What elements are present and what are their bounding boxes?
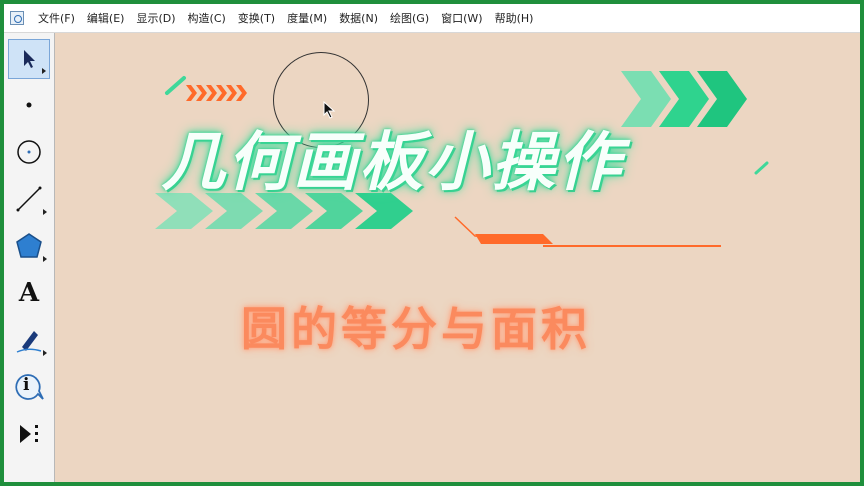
more-tools-triangle: [43, 256, 47, 262]
straightedge-icon: [16, 186, 42, 212]
info-glyph: i: [23, 375, 30, 395]
info-tool[interactable]: i: [8, 367, 50, 407]
menu-transform[interactable]: 变换(T): [232, 10, 281, 26]
app-icon[interactable]: [10, 11, 24, 25]
orange-chevrons-decoration: [186, 85, 247, 101]
menu-help[interactable]: 帮助(H): [489, 10, 540, 26]
toolbox: A i: [4, 33, 55, 482]
text-tool[interactable]: A: [8, 273, 50, 313]
marker-tool[interactable]: [8, 320, 50, 360]
polygon-tool[interactable]: [8, 226, 50, 266]
menu-measure[interactable]: 度量(M): [281, 10, 333, 26]
green-chevrons-top-decoration: [621, 71, 747, 127]
menu-display[interactable]: 显示(D): [130, 10, 181, 26]
custom-tools-icon: [20, 425, 38, 443]
point-tool[interactable]: [8, 85, 50, 125]
menu-construct[interactable]: 构造(C): [182, 10, 232, 26]
custom-tools[interactable]: [8, 414, 50, 454]
more-tools-triangle: [43, 350, 47, 356]
menu-window[interactable]: 窗口(W): [435, 10, 488, 26]
decorative-graphics: [155, 71, 769, 247]
arrow-select-icon: [24, 50, 35, 68]
arrow-select-tool[interactable]: [8, 39, 50, 79]
compass-icon: [17, 140, 41, 164]
menu-graph[interactable]: 绘图(G): [384, 10, 435, 26]
polygon-icon: [16, 233, 42, 258]
more-tools-triangle: [42, 68, 46, 74]
sketch-canvas[interactable]: 几何画板小操作 圆的等分与面积: [55, 33, 860, 482]
menu-file[interactable]: 文件(F): [32, 10, 81, 26]
green-slash-right-decoration: [754, 161, 769, 175]
menu-edit[interactable]: 编辑(E): [81, 10, 131, 26]
orange-line-decoration: [454, 216, 721, 247]
video-title: 几何画板小操作: [161, 126, 623, 200]
straightedge-tool[interactable]: [8, 179, 50, 219]
marker-icon: [16, 331, 42, 353]
green-slash-decoration: [165, 76, 186, 95]
point-icon: [26, 102, 32, 108]
more-tools-triangle: [43, 209, 47, 215]
menu-number[interactable]: 数据(N): [333, 10, 384, 26]
app-window: 文件(F) 编辑(E) 显示(D) 构造(C) 变换(T) 度量(M) 数据(N…: [4, 4, 860, 482]
compass-tool[interactable]: [8, 132, 50, 172]
video-subtitle: 圆的等分与面积: [241, 302, 591, 356]
text-tool-icon: A: [18, 278, 40, 308]
mouse-cursor-icon: [323, 101, 336, 119]
menu-bar: 文件(F) 编辑(E) 显示(D) 构造(C) 变换(T) 度量(M) 数据(N…: [4, 4, 860, 33]
